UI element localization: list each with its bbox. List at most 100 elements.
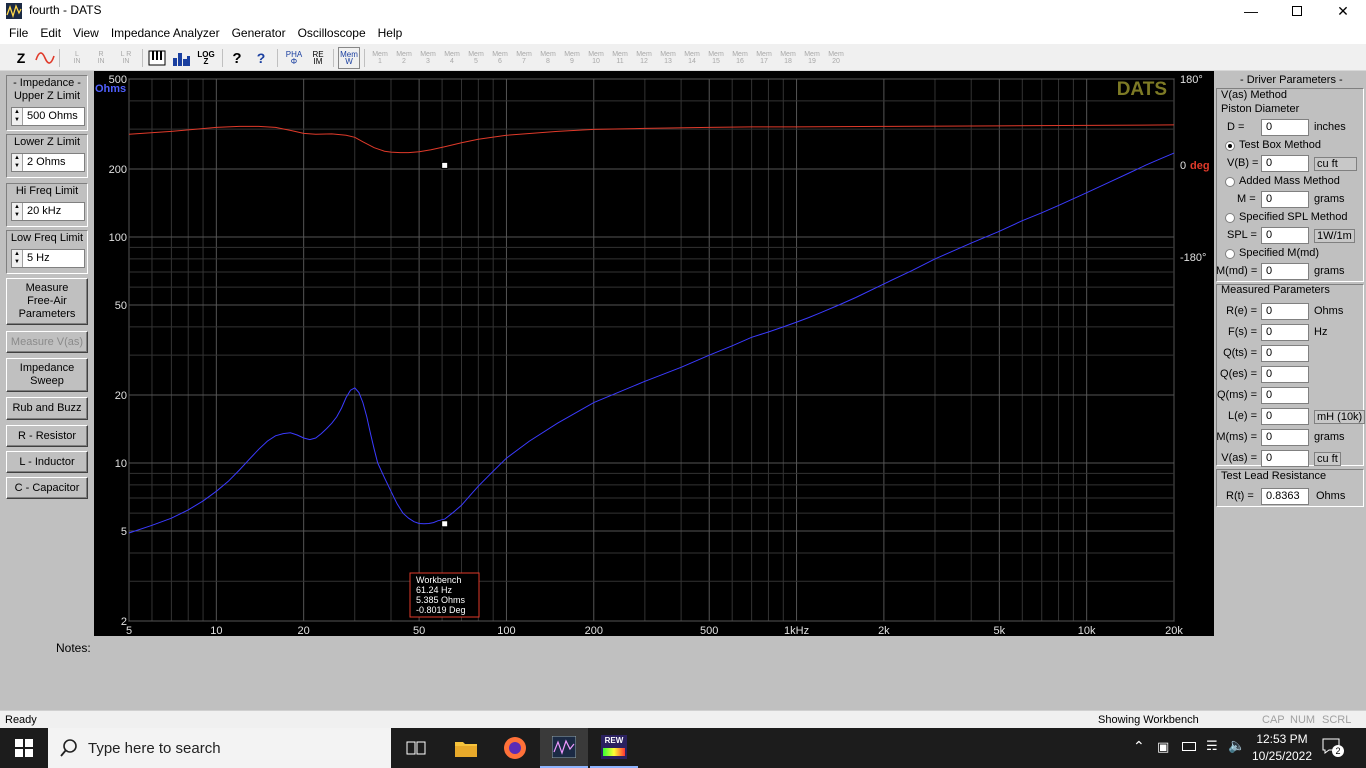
left-input-button[interactable]: L IN: [66, 47, 88, 69]
clock-date[interactable]: 10/25/2022: [1250, 749, 1314, 763]
l-inductor-button[interactable]: L - Inductor: [6, 451, 88, 473]
vb-input[interactable]: 0: [1261, 155, 1309, 172]
memory-slot-2-button[interactable]: Mem 2: [393, 47, 415, 69]
param-value-field[interactable]: 0: [1261, 366, 1309, 383]
dats-taskbar-button[interactable]: [540, 728, 588, 768]
impedance-sweep-button[interactable]: Impedance Sweep: [6, 358, 88, 392]
specified-mmd-radio[interactable]: [1225, 249, 1235, 259]
clock-time[interactable]: 12:53 PM: [1254, 732, 1310, 746]
memory-slot-18-button[interactable]: Mem 18: [777, 47, 799, 69]
memory-slot-17-button[interactable]: Mem 17: [753, 47, 775, 69]
minimize-button[interactable]: —: [1228, 0, 1274, 22]
memory-slot-19-button[interactable]: Mem 19: [801, 47, 823, 69]
test-box-label: Test Box Method: [1239, 139, 1321, 151]
memory-slot-5-button[interactable]: Mem 5: [465, 47, 487, 69]
upper-z-value: 500 Ohms: [27, 110, 78, 122]
battery-icon[interactable]: [1182, 742, 1196, 751]
spin-arrows-icon[interactable]: ▲ ▼: [12, 154, 23, 171]
param-value-field[interactable]: 0: [1261, 408, 1309, 425]
wifi-icon[interactable]: ☴: [1206, 738, 1218, 754]
menu-edit[interactable]: Edit: [34, 22, 67, 44]
measure-vas-button[interactable]: Measure V(as): [6, 331, 88, 353]
memory-slot-11-button[interactable]: Mem 11: [609, 47, 631, 69]
task-view-button[interactable]: [392, 728, 440, 768]
memory-slot-3-button[interactable]: Mem 3: [417, 47, 439, 69]
taskbar-search-box[interactable]: Type here to search: [48, 728, 391, 768]
rt-input[interactable]: 0.8363: [1261, 488, 1309, 505]
diameter-input[interactable]: 0: [1261, 119, 1309, 136]
memory-slot-7-button[interactable]: Mem 7: [513, 47, 535, 69]
spin-arrows-icon[interactable]: ▲ ▼: [12, 250, 23, 267]
memory-slot-12-button[interactable]: Mem 12: [633, 47, 655, 69]
param-value-field[interactable]: 0: [1261, 303, 1309, 320]
right-input-button[interactable]: R IN: [90, 47, 112, 69]
show-hidden-icons[interactable]: ⌃: [1133, 738, 1145, 755]
c-capacitor-button[interactable]: C - Capacitor: [6, 477, 88, 499]
spl-unit[interactable]: 1W/1m: [1314, 229, 1355, 243]
spl-label: SPL =: [1227, 229, 1257, 241]
memory-slot-1-button[interactable]: Mem 1: [369, 47, 391, 69]
menu-generator[interactable]: Generator: [226, 22, 292, 44]
volume-icon[interactable]: 🔈: [1228, 737, 1245, 754]
memory-slot-6-button[interactable]: Mem 6: [489, 47, 511, 69]
param-value-field[interactable]: 0: [1261, 345, 1309, 362]
memory-slot-13-button[interactable]: Mem 13: [657, 47, 679, 69]
impedance-chart[interactable]: 5 10 20 50 100 200 500 1kHz 2k 5k 10k 20k 500 200 100 5…: [94, 71, 1214, 638]
test-box-radio[interactable]: [1225, 141, 1235, 151]
added-mass-radio[interactable]: [1225, 177, 1235, 187]
param-label: Q(ms) =: [1216, 389, 1257, 401]
rew-taskbar-button[interactable]: REW: [590, 728, 638, 768]
memory-slot-20-button[interactable]: Mem 20: [825, 47, 847, 69]
hi-freq-spinner[interactable]: ▲ ▼ 20 kHz: [11, 202, 85, 221]
rub-and-buzz-button[interactable]: Rub and Buzz: [6, 397, 88, 420]
param-value-field[interactable]: 0: [1261, 429, 1309, 446]
notes-input[interactable]: [94, 636, 1214, 708]
menu-file[interactable]: File: [3, 22, 34, 44]
menu-impedance-analyzer[interactable]: Impedance Analyzer: [105, 22, 226, 44]
memory-slot-15-button[interactable]: Mem 15: [705, 47, 727, 69]
spl-input[interactable]: 0: [1261, 227, 1309, 244]
mass-input[interactable]: 0: [1261, 191, 1309, 208]
log-z-button[interactable]: LOG Z: [194, 47, 218, 69]
r-resistor-button[interactable]: R - Resistor: [6, 425, 88, 447]
param-value-field[interactable]: 0: [1261, 387, 1309, 404]
memory-slot-10-button[interactable]: Mem 10: [585, 47, 607, 69]
re-im-button[interactable]: RE IM: [307, 47, 329, 69]
param-value-field[interactable]: 0: [1261, 450, 1309, 467]
param-value-field[interactable]: 0: [1261, 324, 1309, 341]
memory-slot-8-button[interactable]: Mem 8: [537, 47, 559, 69]
spin-arrows-icon[interactable]: ▲ ▼: [12, 203, 23, 220]
mmd-input[interactable]: 0: [1261, 263, 1309, 280]
piano-keys-button[interactable]: [146, 47, 168, 69]
lr-input-button[interactable]: L R IN: [114, 47, 138, 69]
measure-free-air-button[interactable]: Measure Free-Air Parameters: [6, 278, 88, 325]
spin-arrows-icon[interactable]: ▲ ▼: [12, 108, 23, 125]
vb-unit[interactable]: cu ft: [1314, 157, 1357, 171]
memory-slot-16-button[interactable]: Mem 16: [729, 47, 751, 69]
impedance-mode-button[interactable]: Z: [10, 47, 32, 69]
close-button[interactable]: ✕: [1320, 0, 1366, 22]
memory-workbench-button[interactable]: Mem W: [338, 47, 360, 69]
folder-icon: [455, 742, 477, 757]
meet-now-icon[interactable]: ▣: [1157, 739, 1169, 755]
memory-slot-9-button[interactable]: Mem 9: [561, 47, 583, 69]
menu-view[interactable]: View: [67, 22, 105, 44]
bar-chart-button[interactable]: [170, 47, 192, 69]
notification-center-button[interactable]: 2: [1322, 738, 1344, 757]
upper-z-spinner[interactable]: ▲ ▼ 500 Ohms: [11, 107, 85, 126]
phase-display-button[interactable]: PHA Φ: [282, 47, 306, 69]
help-button[interactable]: ?: [226, 47, 248, 69]
specified-spl-radio[interactable]: [1225, 213, 1235, 223]
phase-wave-button[interactable]: [34, 47, 56, 69]
menu-help[interactable]: Help: [372, 22, 409, 44]
context-help-button[interactable]: ?: [250, 47, 272, 69]
start-button[interactable]: [0, 728, 48, 768]
lower-z-spinner[interactable]: ▲ ▼ 2 Ohms: [11, 153, 85, 172]
maximize-button[interactable]: [1274, 0, 1320, 22]
menu-oscilloscope[interactable]: Oscilloscope: [292, 22, 372, 44]
low-freq-spinner[interactable]: ▲ ▼ 5 Hz: [11, 249, 85, 268]
file-explorer-button[interactable]: [442, 728, 490, 768]
firefox-button[interactable]: [491, 728, 539, 768]
memory-slot-14-button[interactable]: Mem 14: [681, 47, 703, 69]
memory-slot-4-button[interactable]: Mem 4: [441, 47, 463, 69]
